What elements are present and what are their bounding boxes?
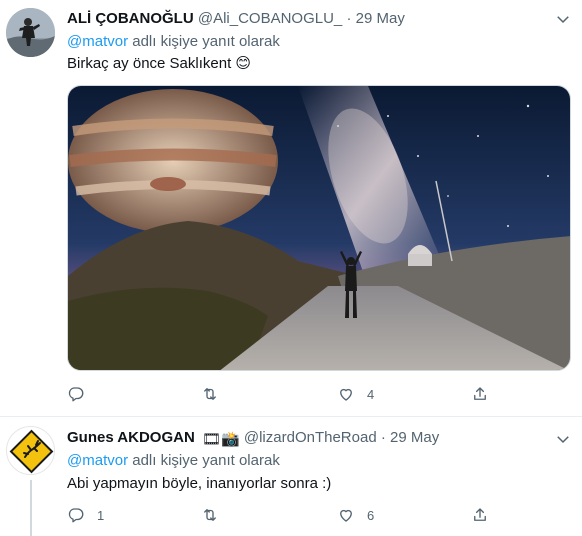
chevron-down-icon[interactable] (554, 430, 572, 448)
timestamp[interactable]: 29 May (390, 429, 439, 446)
share-button[interactable] (471, 384, 489, 404)
retweet-icon (204, 388, 216, 400)
tweet-header: ALİ ÇOBANOĞLU @Ali_COBANOGLU_ · 29 May (67, 9, 405, 29)
tweet[interactable]: ALİ ÇOBANOĞLU @Ali_COBANOGLU_ · 29 May @… (0, 0, 582, 417)
heart-icon (340, 388, 352, 401)
retweet-icon (204, 509, 216, 521)
reply-icon (68, 387, 84, 402)
avatar[interactable] (6, 426, 55, 475)
reply-button[interactable] (67, 384, 97, 404)
share-button[interactable] (471, 505, 489, 525)
username[interactable]: @Ali_COBANOGLU_ (198, 10, 342, 27)
username[interactable]: @lizardOnTheRoad (244, 429, 377, 446)
like-button[interactable]: 4 (337, 384, 374, 404)
tweet-text: Birkaç ay önce Saklıkent 😊 (67, 55, 252, 72)
tweet-photo[interactable] (67, 85, 571, 371)
reply-button[interactable]: 1 (67, 505, 104, 525)
like-count: 4 (367, 386, 375, 402)
tweet-header: Gunes AKDOGAN 🎞📸 @lizardOnTheRoad · 29 M… (67, 428, 439, 448)
separator: · (380, 429, 386, 446)
display-name[interactable]: Gunes AKDOGAN (67, 429, 195, 446)
replying-to: @matvor adlı kişiye yanıt olarak (67, 32, 280, 52)
replying-to-label: adlı kişiye yanıt olarak (128, 33, 280, 50)
share-icon (474, 508, 486, 521)
separator: · (346, 10, 352, 27)
display-name[interactable]: ALİ ÇOBANOĞLU (67, 10, 194, 27)
thread-line (30, 480, 32, 536)
retweet-button[interactable] (201, 505, 231, 525)
tweet-actions: 4 (67, 384, 487, 404)
like-count: 6 (367, 507, 375, 523)
mention-link[interactable]: @matvor (67, 33, 128, 50)
replying-to-label: adlı kişiye yanıt olarak (128, 452, 280, 469)
tweet-actions: 1 6 (67, 505, 487, 525)
share-icon (474, 387, 486, 400)
reply-count: 1 (97, 507, 105, 523)
heart-icon (340, 509, 352, 522)
chevron-down-icon[interactable] (554, 10, 572, 28)
timestamp[interactable]: 29 May (356, 10, 405, 27)
name-emoji: 🎞📸 (201, 431, 240, 448)
tweet-text: Abi yapmayın böyle, inanıyorlar sonra :) (67, 475, 332, 492)
reply-icon (68, 508, 84, 523)
replying-to: @matvor adlı kişiye yanıt olarak (67, 451, 280, 471)
retweet-button[interactable] (201, 384, 231, 404)
mention-link[interactable]: @matvor (67, 452, 128, 469)
like-button[interactable]: 6 (337, 505, 374, 525)
avatar[interactable] (6, 8, 55, 57)
